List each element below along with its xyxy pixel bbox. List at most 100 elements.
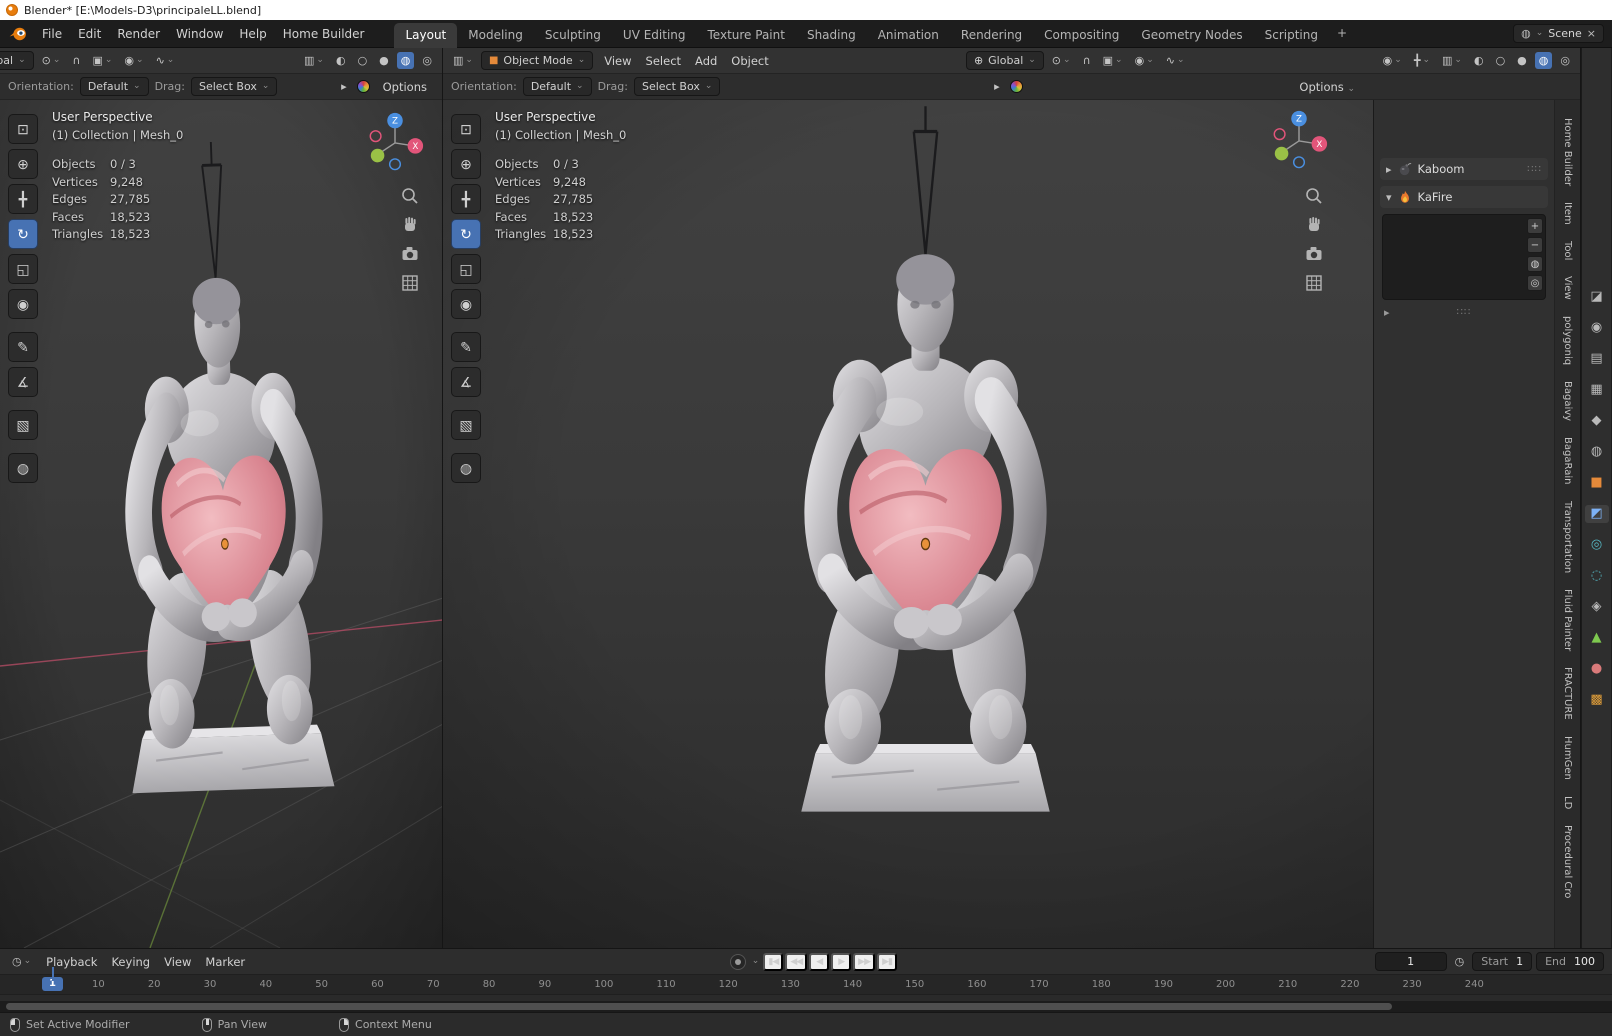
shading-solid-icon[interactable]: ● xyxy=(375,52,393,69)
properties-tab-icon[interactable]: ▩ xyxy=(1585,691,1609,709)
toolbar-tool-button[interactable]: ╋ xyxy=(451,184,481,214)
sidebar-tab[interactable]: FRACTURE xyxy=(1560,661,1575,726)
workspace-tab[interactable]: Compositing xyxy=(1033,23,1130,48)
menu-item[interactable]: Help xyxy=(231,23,274,45)
camera-view-icon[interactable] xyxy=(1304,244,1324,264)
workspace-tab[interactable]: Animation xyxy=(867,23,950,48)
falloff-dropdown[interactable]: ∿ ⌄ xyxy=(152,52,179,69)
properties-tab-icon[interactable]: ● xyxy=(1585,660,1609,678)
toolbar-tool-button[interactable]: ⊕ xyxy=(8,149,38,179)
menu-item[interactable]: Window xyxy=(168,23,231,45)
sidebar-tab[interactable]: Fluid Painter xyxy=(1560,583,1575,657)
toolbar-tool-button[interactable]: ✎ xyxy=(451,332,481,362)
proportional-edit-dropdown[interactable]: ◉ ⌄ xyxy=(1131,52,1158,69)
toolbar-tool-button[interactable]: ⊕ xyxy=(451,149,481,179)
toolbar-tool-button[interactable]: ↻ xyxy=(451,219,481,249)
timeline-menu-item[interactable]: Keying xyxy=(104,952,157,972)
xray-toggle-icon[interactable]: ◐ xyxy=(332,52,350,69)
sidebar-tab[interactable]: Home Builder xyxy=(1560,112,1575,192)
sphere-slot-icon[interactable]: ◍ xyxy=(1527,256,1543,272)
blender-logo-icon[interactable] xyxy=(8,26,28,42)
toolbar-tool-button[interactable]: ◱ xyxy=(451,254,481,284)
tool-settings-expand-icon[interactable]: ▸ xyxy=(337,78,351,95)
add-workspace-button[interactable]: + xyxy=(1329,21,1355,46)
frame-start-field[interactable]: Start 1 xyxy=(1472,952,1533,971)
snap-target-dropdown[interactable]: ▣ ⌄ xyxy=(1099,52,1127,69)
xray-toggle-icon[interactable]: ◐ xyxy=(1470,52,1488,69)
toolbar-tool-button[interactable]: ⊡ xyxy=(451,114,481,144)
menu-item[interactable]: Home Builder xyxy=(275,23,373,45)
shading-rendered-icon[interactable]: ◎ xyxy=(1556,52,1574,69)
snap-toggle-icon[interactable]: ∩ xyxy=(1079,52,1095,69)
overlays-dropdown[interactable]: ▥ ⌄ xyxy=(1438,52,1466,69)
properties-tab-icon[interactable]: ▲ xyxy=(1585,629,1609,647)
drag-dropdown[interactable]: Select Box ⌄ xyxy=(190,77,278,96)
visibility-dropdown[interactable]: ◉ ⌄ xyxy=(1379,52,1406,69)
timeline-menu-item[interactable]: Playback xyxy=(39,952,104,972)
falloff-dropdown[interactable]: ∿ ⌄ xyxy=(1162,52,1189,69)
transform-orientation-dropdown[interactable]: ⊕ Global ⌄ xyxy=(965,51,1044,70)
shading-wireframe-icon[interactable]: ○ xyxy=(354,52,372,69)
material-preview-sphere-icon[interactable] xyxy=(356,80,370,93)
frame-end-field[interactable]: End 100 xyxy=(1536,952,1605,971)
shading-solid-icon[interactable]: ● xyxy=(1513,52,1531,69)
sidebar-tab[interactable]: Tool xyxy=(1560,235,1575,266)
zoom-icon[interactable] xyxy=(1304,186,1324,206)
toolbar-tool-button[interactable]: ▧ xyxy=(8,410,38,440)
zoom-icon[interactable] xyxy=(400,186,420,206)
editor-type-dropdown[interactable]: ▥ ⌄ xyxy=(449,52,477,69)
workspace-tab[interactable]: Rendering xyxy=(950,23,1033,48)
add-button[interactable]: + xyxy=(1527,218,1543,234)
properties-tab-icon[interactable]: ◉ xyxy=(1585,319,1609,337)
ring-slot-icon[interactable]: ◎ xyxy=(1527,275,1543,291)
proportional-edit-dropdown[interactable]: ◉ ⌄ xyxy=(120,52,147,69)
workspace-tab[interactable]: Scripting xyxy=(1254,23,1329,48)
sidebar-tab[interactable]: View xyxy=(1560,270,1575,306)
use-preview-range-clock-icon[interactable]: ◷ xyxy=(1451,953,1469,970)
properties-tab-icon[interactable]: ◩ xyxy=(1584,504,1609,523)
sidebar-tab[interactable]: Bagaivy xyxy=(1560,375,1575,427)
overlays-toggle-icon[interactable]: ▥ ⌄ xyxy=(300,52,328,69)
remove-button[interactable]: − xyxy=(1527,237,1543,253)
toolbar-tool-button[interactable]: ↻ xyxy=(8,219,38,249)
sidebar-tab[interactable]: Item xyxy=(1560,196,1575,231)
properties-tab-icon[interactable]: ■ xyxy=(1585,474,1609,492)
properties-tab-icon[interactable]: ▦ xyxy=(1585,381,1609,399)
tool-settings-expand-icon[interactable]: ▸ xyxy=(990,78,1004,95)
navigation-gizmo[interactable]: Z X xyxy=(1268,108,1330,170)
left-viewport-canvas[interactable]: ⊡ ⊕ ╋ ↻ ◱ ◉ ✎ ∡ ▧ ◍ User Perspective (1) Collecti… xyxy=(0,100,442,948)
toolbar-tool-button[interactable]: ╋ xyxy=(8,184,38,214)
toolbar-tool-button[interactable]: ▧ xyxy=(451,410,481,440)
transport-button[interactable]: ◀◀ xyxy=(785,952,808,971)
toolbar-tool-button[interactable]: ◉ xyxy=(451,289,481,319)
orthographic-grid-icon[interactable] xyxy=(1304,273,1324,293)
gizmos-dropdown[interactable]: ╋ ⌄ xyxy=(1410,52,1434,69)
menu-item[interactable]: Render xyxy=(109,23,168,45)
chevron-down-icon[interactable]: ⌄ xyxy=(752,957,760,966)
toolbar-tool-button[interactable]: ◉ xyxy=(8,289,38,319)
properties-tab-icon[interactable]: ◈ xyxy=(1585,598,1609,616)
workspace-tab[interactable]: Sculpting xyxy=(534,23,612,48)
shading-material-icon[interactable]: ◍ xyxy=(1534,52,1553,69)
properties-tab-icon[interactable]: ◎ xyxy=(1585,536,1609,554)
statue-render[interactable] xyxy=(738,100,1113,840)
camera-view-icon[interactable] xyxy=(400,244,420,264)
panel-kaboom-header[interactable]: ▸ Kaboom ∷∷ xyxy=(1380,158,1548,180)
expand-icon[interactable]: ▸ xyxy=(1384,306,1390,319)
resize-grip-icon[interactable]: ∷∷ xyxy=(1457,307,1472,318)
orientation-dropdown[interactable]: Default ⌄ xyxy=(79,77,149,96)
transport-button[interactable]: ▶ xyxy=(831,952,852,971)
properties-tab-icon[interactable]: ◍ xyxy=(1585,443,1609,461)
menu-item[interactable]: File xyxy=(34,23,70,45)
panel-kafire-header[interactable]: ▾ KaFire xyxy=(1380,186,1548,208)
drag-dropdown[interactable]: Select Box ⌄ xyxy=(633,77,721,96)
transport-button[interactable]: ▮◀ xyxy=(763,952,784,971)
workspace-tab[interactable]: UV Editing xyxy=(612,23,697,48)
toolbar-tool-button[interactable]: ∡ xyxy=(451,367,481,397)
right-viewport-canvas[interactable]: ⊡ ⊕ ╋ ↻ ◱ ◉ ✎ ∡ ▧ ◍ User Perspective (1) Collecti… xyxy=(443,100,1580,948)
move-view-hand-icon[interactable] xyxy=(1304,215,1324,235)
workspace-tab[interactable]: Geometry Nodes xyxy=(1130,23,1253,48)
material-preview-sphere-icon[interactable] xyxy=(1009,80,1023,93)
sidebar-tab[interactable]: LD xyxy=(1560,790,1575,815)
sidebar-tab[interactable]: Transportation xyxy=(1560,495,1575,579)
